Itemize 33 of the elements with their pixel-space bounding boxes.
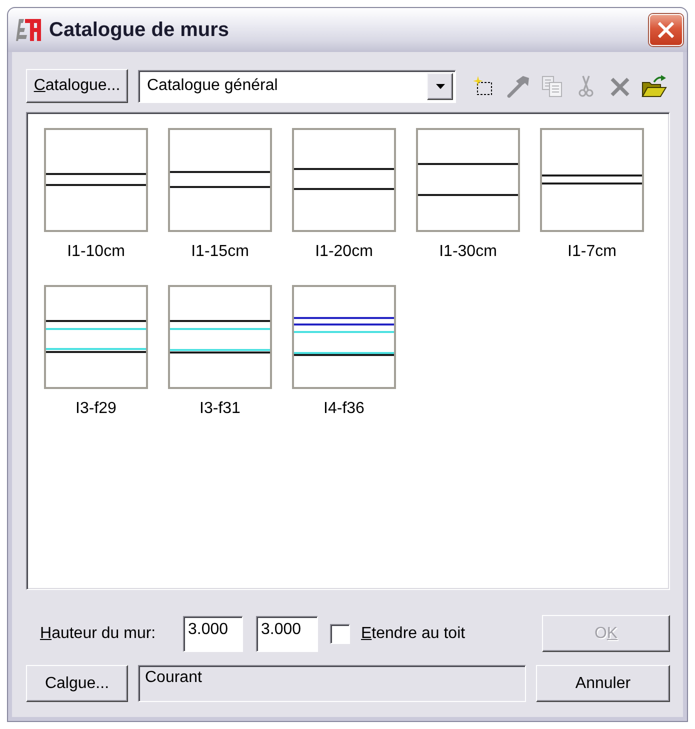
close-icon (658, 22, 674, 38)
wall-preview-drawing[interactable] (416, 128, 520, 232)
wall-preview-drawing[interactable] (44, 285, 148, 389)
wall-name[interactable]: I1-20cm (313, 242, 375, 261)
extend-to-roof-label[interactable]: Etendre au toit (361, 624, 466, 642)
cancel-button[interactable]: Annuler (536, 665, 670, 702)
extend-to-roof-checkbox[interactable] (330, 624, 350, 644)
layer-button[interactable]: Calgue... (26, 665, 128, 702)
wall-preview-drawing[interactable] (168, 128, 272, 232)
catalogue-dropdown[interactable]: Catalogue général (138, 70, 456, 102)
wall-preview-drawing[interactable] (44, 128, 148, 232)
wall-name[interactable]: I1-10cm (65, 242, 127, 261)
wall-name[interactable]: I3-f29 (74, 399, 118, 418)
close-button[interactable] (649, 14, 683, 46)
wall-height-field[interactable]: 3.000 (256, 616, 318, 652)
open-folder-icon[interactable] (641, 73, 667, 99)
layer-field: Courant (138, 665, 526, 702)
caret-down-icon (436, 84, 444, 88)
app-logo-icon (16, 17, 42, 43)
window-title: Catalogue de murs (49, 18, 230, 42)
wall-height-field[interactable]: 3.000 (183, 616, 243, 652)
wall-preview-drawing[interactable] (540, 128, 644, 232)
wall-preview-drawing[interactable] (292, 128, 396, 232)
wall-name[interactable]: I1-7cm (566, 242, 618, 261)
wall-name[interactable]: I1-15cm (189, 242, 251, 261)
wall-name[interactable]: I4-f36 (322, 399, 366, 418)
wall-preview-drawing[interactable] (168, 285, 272, 389)
wall-preview-drawing[interactable] (292, 285, 396, 389)
wall-height-label: Hauteur du mur: (40, 624, 156, 642)
wall-name[interactable]: I1-30cm (437, 242, 499, 261)
dropdown-button[interactable] (427, 72, 453, 100)
catalogue-button[interactable]: Catalogue... (26, 69, 128, 103)
wall-name[interactable]: I3-f31 (198, 399, 242, 418)
